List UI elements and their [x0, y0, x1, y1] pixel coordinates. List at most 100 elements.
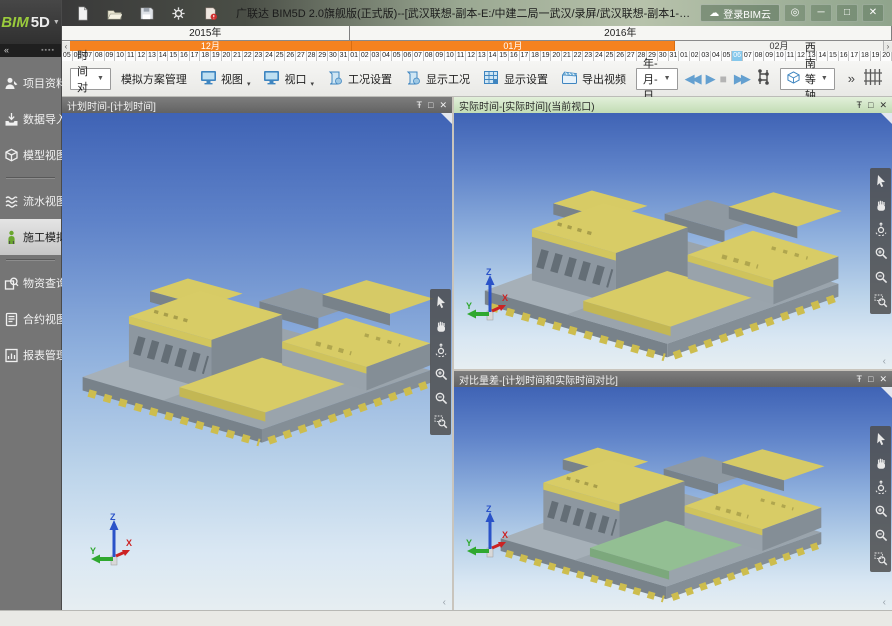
- timeline-day[interactable]: 25: [605, 51, 616, 61]
- save-icon[interactable]: [136, 4, 156, 22]
- timeline-scroll-right[interactable]: ›: [884, 42, 892, 52]
- simulation-nodes-icon[interactable]: [755, 68, 773, 89]
- sidebar-item-project-info[interactable]: 项目资料: [0, 65, 61, 101]
- select-tool-icon[interactable]: [432, 292, 449, 312]
- timeline-day[interactable]: 01: [349, 51, 360, 61]
- timeline-day[interactable]: 09: [434, 51, 445, 61]
- orbit-tool-icon[interactable]: [872, 477, 889, 497]
- zoom-window-tool-icon[interactable]: [872, 291, 889, 311]
- timeline-day[interactable]: 05: [392, 51, 403, 61]
- maximize-icon[interactable]: □: [868, 100, 873, 111]
- timeline-day[interactable]: 11: [786, 51, 797, 61]
- maximize-icon[interactable]: □: [428, 100, 433, 111]
- timeline-day[interactable]: 17: [849, 51, 860, 61]
- collapse-chevron-icon[interactable]: ‹: [443, 597, 446, 608]
- timeline-day[interactable]: 23: [583, 51, 594, 61]
- viewport-canvas-plan[interactable]: Z Y X ‹: [62, 113, 452, 610]
- timeline-day[interactable]: 05: [62, 51, 73, 61]
- timeline-day[interactable]: 13: [147, 51, 158, 61]
- bim-3d-model[interactable]: [489, 391, 831, 610]
- timeline-day[interactable]: 15: [498, 51, 509, 61]
- timeline-day[interactable]: 04: [381, 51, 392, 61]
- zoom-window-tool-icon[interactable]: [872, 549, 889, 569]
- timeline-day[interactable]: 01: [679, 51, 690, 61]
- close-button[interactable]: ✕: [862, 4, 884, 22]
- timeline-month[interactable]: 01月: [352, 41, 675, 51]
- timeline-day[interactable]: 24: [594, 51, 605, 61]
- timeline-day[interactable]: 12: [466, 51, 477, 61]
- timeline-day[interactable]: 03: [371, 51, 382, 61]
- timeline-day[interactable]: 17: [190, 51, 201, 61]
- pan-tool-icon[interactable]: [872, 195, 889, 215]
- view-direction-select[interactable]: 西南等轴测 ▼: [780, 68, 835, 90]
- timeline-day[interactable]: 18: [530, 51, 541, 61]
- pan-tool-icon[interactable]: [872, 453, 889, 473]
- toolbar-overflow-button[interactable]: »: [848, 71, 855, 86]
- timeline-day[interactable]: 08: [754, 51, 765, 61]
- timeline-day[interactable]: 15: [828, 51, 839, 61]
- date-format-select[interactable]: 年-月-日 ▼: [636, 68, 678, 90]
- timeline-day[interactable]: 30: [658, 51, 669, 61]
- timeline-day[interactable]: 21: [562, 51, 573, 61]
- sidebar-collapse-strip[interactable]: « ▪▪▪▪: [0, 44, 61, 57]
- timeline-day[interactable]: 09: [764, 51, 775, 61]
- timeline-day[interactable]: 22: [573, 51, 584, 61]
- minimize-button[interactable]: ─: [810, 4, 832, 22]
- timeline-day[interactable]: 02: [690, 51, 701, 61]
- timeline-day-selected[interactable]: 06: [732, 51, 743, 61]
- timeline-day[interactable]: 11: [126, 51, 137, 61]
- timeline-day[interactable]: 11: [456, 51, 467, 61]
- viewport-button[interactable]: 视口▾: [260, 66, 317, 92]
- timeline-scroll-left[interactable]: ‹: [62, 42, 70, 52]
- timeline-day[interactable]: 08: [94, 51, 105, 61]
- sidebar-item-construction-sim[interactable]: 施工模拟: [0, 219, 61, 255]
- zoom-out-tool-icon[interactable]: [872, 267, 889, 287]
- display-setting-button[interactable]: 显示设置: [480, 66, 551, 92]
- stop-icon[interactable]: ■: [720, 72, 727, 86]
- timeline-day[interactable]: 31: [339, 51, 350, 61]
- timeline-month[interactable]: 12月: [70, 41, 352, 51]
- sidebar-item-data-import[interactable]: 数据导入: [0, 101, 61, 137]
- app-logo[interactable]: BIM 5D ▼: [0, 0, 61, 44]
- timeline-day[interactable]: 12: [136, 51, 147, 61]
- timeline-day[interactable]: 14: [158, 51, 169, 61]
- sidebar-item-material-query[interactable]: 物资查询: [0, 265, 61, 301]
- sidebar-item-flow-view[interactable]: 流水视图: [0, 183, 61, 219]
- timeline-day[interactable]: 17: [520, 51, 531, 61]
- timeline-day[interactable]: 03: [700, 51, 711, 61]
- open-file-icon[interactable]: [104, 4, 124, 22]
- maximize-icon[interactable]: □: [868, 374, 873, 385]
- timeline-day[interactable]: 24: [264, 51, 275, 61]
- collapse-chevron-icon[interactable]: ‹: [883, 356, 886, 367]
- sidebar-item-model-view[interactable]: 模型视图: [0, 137, 61, 173]
- timeline-day[interactable]: 10: [775, 51, 786, 61]
- timeline-day[interactable]: 07: [413, 51, 424, 61]
- pin-icon[interactable]: Ŧ: [857, 374, 863, 385]
- timeline-day[interactable]: 13: [477, 51, 488, 61]
- timeline-day[interactable]: 18: [860, 51, 871, 61]
- timeline-day[interactable]: 19: [871, 51, 882, 61]
- viewport-header[interactable]: 计划时间-[计划时间] Ŧ □ ✕: [62, 97, 452, 113]
- timeline-day[interactable]: 09: [105, 51, 116, 61]
- timeline-day[interactable]: 19: [541, 51, 552, 61]
- viewport-canvas-compare[interactable]: Z Y X ‹: [454, 387, 892, 610]
- timeline-day[interactable]: 23: [254, 51, 265, 61]
- zoom-out-tool-icon[interactable]: [872, 525, 889, 545]
- select-tool-icon[interactable]: [872, 429, 889, 449]
- rewind-icon[interactable]: ◀◀: [685, 71, 699, 87]
- viewport-canvas-actual[interactable]: Z Y X ‹: [454, 113, 892, 369]
- about-icon[interactable]: ◎: [784, 4, 806, 22]
- timeline-day[interactable]: 07: [743, 51, 754, 61]
- timeline-day[interactable]: 02: [360, 51, 371, 61]
- viewport-header[interactable]: 对比量差-[计划时间和实际时间对比] Ŧ □ ✕: [454, 371, 892, 387]
- timeline-day[interactable]: 27: [626, 51, 637, 61]
- show-condition-button[interactable]: 显示工况: [402, 66, 473, 92]
- viewport-header[interactable]: 实际时间-[实际时间](当前视口) Ŧ □ ✕: [454, 97, 892, 113]
- maximize-button[interactable]: □: [836, 4, 858, 22]
- recent-alert-icon[interactable]: [200, 4, 220, 22]
- pin-icon[interactable]: Ŧ: [857, 100, 863, 111]
- zoom-in-tool-icon[interactable]: [432, 364, 449, 384]
- timeline-day[interactable]: 20: [222, 51, 233, 61]
- timeline-day[interactable]: 22: [243, 51, 254, 61]
- sidebar-item-contract-view[interactable]: 合约视图: [0, 301, 61, 337]
